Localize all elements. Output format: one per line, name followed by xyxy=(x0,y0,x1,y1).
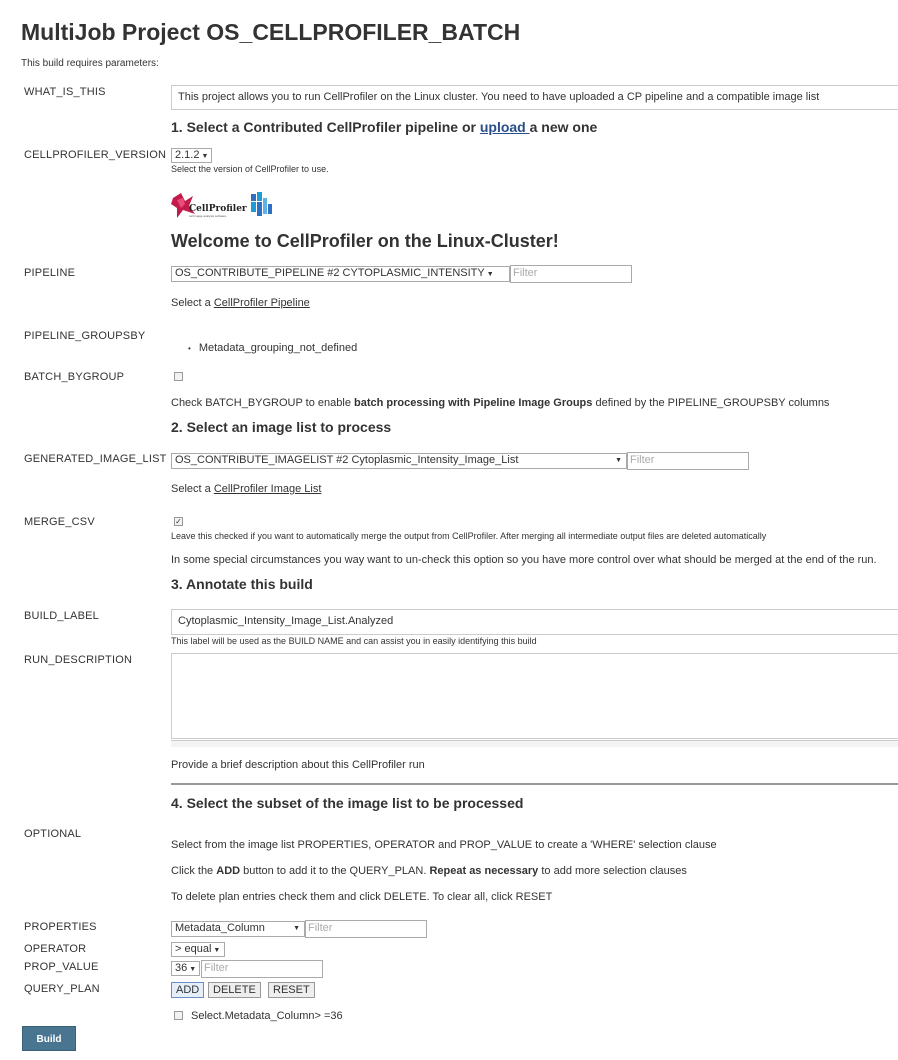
logo-tagline: cell image analysis software xyxy=(189,214,227,218)
page-subtitle: This build requires parameters: xyxy=(21,58,159,69)
textarea-resize-bar[interactable] xyxy=(171,740,898,747)
reset-button[interactable]: RESET xyxy=(268,982,315,998)
operator-label: OPERATOR xyxy=(24,943,87,955)
section-3-heading: 3. Annotate this build xyxy=(171,576,313,592)
image-list-help: Select a CellProfiler Image List xyxy=(171,483,322,495)
prop-value-select[interactable]: 36 ▼ xyxy=(171,961,200,976)
operator-select[interactable]: > equal ▼ xyxy=(171,942,225,957)
optional-help-line-3: To delete plan entries check them and cl… xyxy=(171,891,553,903)
section-divider xyxy=(171,783,898,785)
bullet-icon: • xyxy=(188,344,191,353)
pipeline-select[interactable]: OS_CONTRIBUTE_PIPELINE #2 CYTOPLASMIC_IN… xyxy=(171,266,510,282)
optional-help-line-2: Click the ADD button to add it to the QU… xyxy=(171,865,687,877)
batch-bygroup-checkbox[interactable] xyxy=(174,372,183,381)
logo-text: CellProfiler xyxy=(189,204,247,214)
properties-label: PROPERTIES xyxy=(24,921,97,933)
image-list-filter-input[interactable]: Filter xyxy=(627,452,749,470)
page-title: MultiJob Project OS_CELLPROFILER_BATCH xyxy=(21,19,521,45)
properties-select[interactable]: Metadata_Column ▼ xyxy=(171,921,305,937)
section-2-heading: 2. Select an image list to process xyxy=(171,419,392,435)
pipeline-groupsby-item: • Metadata_grouping_not_defined xyxy=(188,342,358,354)
chevron-down-icon: ▼ xyxy=(189,966,197,973)
cellprofiler-image-list-link[interactable]: CellProfiler Image List xyxy=(214,483,322,495)
run-description-textarea[interactable] xyxy=(171,653,898,739)
query-plan-entry-checkbox[interactable] xyxy=(174,1011,183,1020)
run-description-help: Provide a brief description about this C… xyxy=(171,759,425,771)
cellprofiler-version-label: CELLPROFILER_VERSION xyxy=(24,149,167,161)
welcome-heading: Welcome to CellProfiler on the Linux-Clu… xyxy=(171,231,559,251)
what-is-this-field[interactable]: This project allows you to run CellProfi… xyxy=(171,85,898,110)
section-4-heading: 4. Select the subset of the image list t… xyxy=(171,795,524,811)
build-label-label: BUILD_LABEL xyxy=(24,610,99,622)
prop-value-filter-input[interactable]: Filter xyxy=(201,960,323,978)
pipeline-help: Select a CellProfiler Pipeline xyxy=(171,297,310,309)
merge-csv-label: MERGE_CSV xyxy=(24,516,95,528)
pipeline-groupsby-label: PIPELINE_GROUPSBY xyxy=(24,330,146,342)
query-plan-label: QUERY_PLAN xyxy=(24,983,100,995)
merge-csv-help-text: In some special circumstances you way wa… xyxy=(171,554,877,566)
chevron-down-icon: ▼ xyxy=(293,925,300,932)
pipeline-label: PIPELINE xyxy=(24,267,76,279)
properties-filter-input[interactable]: Filter xyxy=(305,920,427,938)
cellprofiler-version-select[interactable]: 2.1.2 ▼ xyxy=(171,148,212,163)
run-description-label: RUN_DESCRIPTION xyxy=(24,654,133,666)
upload-link[interactable]: upload xyxy=(480,119,530,135)
merge-csv-help-small: Leave this checked if you want to automa… xyxy=(171,531,767,541)
batch-bygroup-label: BATCH_BYGROUP xyxy=(24,371,125,383)
merge-csv-checkbox[interactable]: ✓ xyxy=(174,517,183,526)
optional-help-line-1: Select from the image list PROPERTIES, O… xyxy=(171,839,717,851)
pipeline-filter-input[interactable]: Filter xyxy=(510,265,632,283)
cellprofiler-version-help: Select the version of CellProfiler to us… xyxy=(171,164,329,174)
cellprofiler-logo: CellProfiler cell image analysis softwar… xyxy=(171,190,275,220)
batch-bygroup-help: Check BATCH_BYGROUP to enable batch proc… xyxy=(171,397,830,409)
generated-image-list-select[interactable]: OS_CONTRIBUTE_IMAGELIST #2 Cytoplasmic_I… xyxy=(171,453,627,469)
delete-button[interactable]: DELETE xyxy=(208,982,261,998)
optional-label: OPTIONAL xyxy=(24,828,82,840)
chevron-down-icon: ▼ xyxy=(213,947,221,954)
generated-image-list-label: GENERATED_IMAGE_LIST xyxy=(24,453,167,465)
prop-value-label: PROP_VALUE xyxy=(24,961,99,973)
build-label-input[interactable]: Cytoplasmic_Intensity_Image_List.Analyze… xyxy=(171,609,898,635)
chevron-down-icon: ▼ xyxy=(486,271,494,278)
section-1-heading: 1. Select a Contributed CellProfiler pip… xyxy=(171,119,598,135)
query-plan-entry: Select.Metadata_Column> =36 xyxy=(191,1010,343,1022)
what-is-this-label: WHAT_IS_THIS xyxy=(24,86,106,98)
build-label-help: This label will be used as the BUILD NAM… xyxy=(171,636,537,646)
add-button[interactable]: ADD xyxy=(171,982,205,998)
build-button[interactable]: Build xyxy=(22,1026,76,1051)
cellprofiler-pipeline-link[interactable]: CellProfiler Pipeline xyxy=(214,297,310,309)
chevron-down-icon: ▼ xyxy=(615,457,622,464)
chevron-down-icon: ▼ xyxy=(201,153,209,160)
